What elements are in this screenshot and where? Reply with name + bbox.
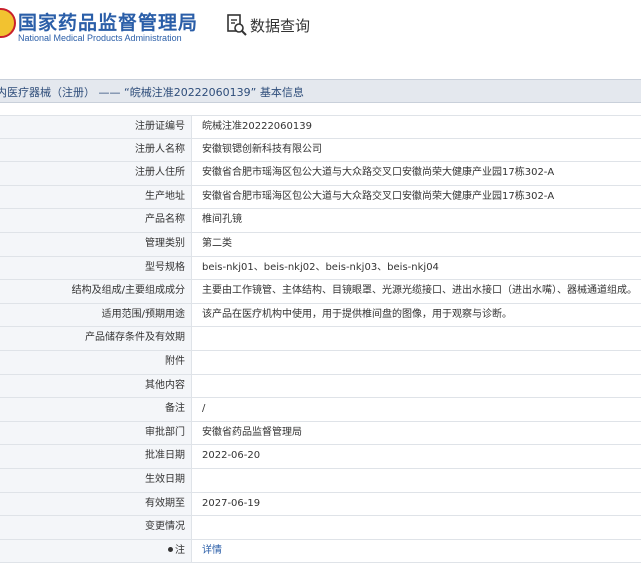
row-label-text: 注册人住所	[135, 167, 185, 179]
row-value: 2022-06-20	[202, 450, 261, 462]
table-row: 审批部门 安徽省药品监督管理局	[0, 421, 641, 446]
row-label: 注册人名称	[0, 138, 192, 162]
row-label: 审批部门	[0, 421, 192, 445]
table-row: 注册人名称 安徽钡锶创新科技有限公司	[0, 138, 641, 163]
row-label: 有效期至	[0, 492, 192, 516]
data-query-label: 数据查询	[250, 16, 311, 35]
row-label-text: 有效期至	[145, 497, 185, 509]
row-value	[192, 351, 641, 374]
row-label: 适用范围/预期用途	[0, 303, 192, 327]
table-row: 注详情	[0, 539, 641, 564]
data-query-link[interactable]: 数据查询	[227, 14, 310, 36]
table-row: 附件	[0, 350, 641, 375]
row-label-text: 附件	[165, 355, 185, 367]
row-label: 产品储存条件及有效期	[0, 327, 192, 350]
table-row: 生效日期	[0, 468, 641, 493]
table-row: 注册证编号 皖械注准20222060139	[0, 115, 641, 139]
row-value: 第二类	[202, 237, 232, 249]
row-label: 管理类别	[0, 232, 192, 256]
table-row: 其他内容	[0, 374, 641, 399]
row-label: 结构及组成/主要组成成分	[0, 280, 192, 303]
row-label: 注册人住所	[0, 162, 192, 185]
row-label: 生效日期	[0, 468, 192, 492]
bullet-dot-icon	[168, 547, 173, 553]
row-label-text: 管理类别	[145, 237, 185, 249]
record-title: 内医疗器械（注册） —— “皖械注准20222060139” 基本信息	[0, 86, 304, 99]
table-row: 注册人住所 安徽省合肥市瑶海区包公大道与大众路交叉口安徽尚荣大健康产业园17栋30…	[0, 162, 641, 186]
logo-title-cn: 国家药品监督管理局	[18, 12, 199, 34]
table-row: 变更情况	[0, 516, 641, 540]
row-label-text: 注册人名称	[135, 143, 185, 155]
row-label: 附件	[0, 350, 192, 374]
row-label: 型号规格	[0, 256, 192, 280]
row-label: 产品名称	[0, 209, 192, 232]
row-label-text: 变更情况	[145, 521, 185, 533]
details-link[interactable]: 详情	[192, 540, 641, 563]
table-row: 备注 /	[0, 398, 641, 422]
table-row: 型号规格 beis-nkj01、beis-nkj02、beis-nkj03、bei…	[0, 256, 641, 281]
row-label-text: 审批部门	[145, 426, 185, 438]
table-row: 有效期至 2027-06-19	[0, 492, 641, 517]
row-value: 安徽省合肥市瑶海区包公大道与大众路交叉口安徽尚荣大健康产业园17栋302-A	[202, 190, 555, 202]
row-label: 生产地址	[0, 185, 192, 209]
row-label-text: 注册证编号	[135, 121, 185, 132]
row-label-text: 批准日期	[145, 450, 185, 462]
row-label-text: 生产地址	[145, 190, 185, 202]
detail-table: 注册证编号 皖械注准20222060139 注册人名称 安徽钡锶创新科技有限公司 注册人…	[0, 115, 641, 564]
row-value: 主要由工作镜管、主体结构、目镜眼罩、光源光缆接口、进出水接口（进出水嘴）、器械通…	[202, 285, 637, 297]
table-row: 适用范围/预期用途 该产品在医疗机构中使用，用于提供椎间盘的图像，用于观察与诊断。	[0, 303, 641, 328]
table-row: 管理类别 第二类	[0, 232, 641, 257]
row-value	[192, 516, 641, 539]
table-row: 生产地址 安徽省合肥市瑶海区包公大道与大众路交叉口安徽尚荣大健康产业园17栋302…	[0, 185, 641, 210]
row-value: 2027-06-19	[202, 497, 261, 509]
magnifier-document-icon	[227, 14, 247, 36]
logo-title-en: National Medical Products Administration	[18, 33, 182, 43]
row-label: 批准日期	[0, 445, 192, 468]
row-value: 椎间孔镜	[202, 214, 242, 226]
row-value: 安徽省合肥市瑶海区包公大道与大众路交叉口安徽尚荣大健康产业园17栋302-A	[202, 167, 555, 179]
row-value	[192, 375, 641, 398]
row-label: 注	[0, 539, 192, 563]
table-row: 结构及组成/主要组成成分 主要由工作镜管、主体结构、目镜眼罩、光源光缆接口、进出水…	[0, 280, 641, 304]
row-label: 变更情况	[0, 516, 192, 539]
row-value: /	[202, 403, 206, 415]
row-label-text: 适用范围/预期用途	[101, 308, 185, 320]
row-label-text: 型号规格	[145, 261, 185, 273]
row-label: 其他内容	[0, 374, 192, 398]
row-value: 该产品在医疗机构中使用，用于提供椎间盘的图像，用于观察与诊断。	[202, 308, 512, 320]
row-value: 皖械注准20222060139	[202, 121, 312, 132]
row-label-text: 产品名称	[145, 214, 185, 226]
table-row: 产品名称 椎间孔镜	[0, 209, 641, 233]
table-row: 产品储存条件及有效期	[0, 327, 641, 351]
row-label-text: 其他内容	[145, 379, 185, 391]
site-header: 国家药品监督管理局 National Medical Products Admi…	[0, 0, 641, 62]
row-label-text: 产品储存条件及有效期	[85, 332, 185, 344]
row-label: 备注	[0, 398, 192, 421]
row-value: 安徽省药品监督管理局	[202, 426, 302, 438]
nmpa-emblem-icon	[0, 8, 16, 38]
row-value: beis-nkj01、beis-nkj02、beis-nkj03、beis-nk…	[202, 261, 439, 273]
row-label-text: 生效日期	[145, 473, 185, 485]
table-row: 批准日期 2022-06-20	[0, 445, 641, 469]
row-value: 安徽钡锶创新科技有限公司	[202, 143, 322, 155]
row-value	[192, 327, 641, 350]
row-label-text: 备注	[165, 403, 185, 415]
row-value	[192, 469, 641, 492]
record-title-bar: 内医疗器械（注册） —— “皖械注准20222060139” 基本信息	[0, 79, 641, 103]
row-label-text: 结构及组成/主要组成成分	[71, 285, 185, 297]
row-label-text: 注	[175, 544, 185, 556]
row-label: 注册证编号	[0, 116, 192, 138]
